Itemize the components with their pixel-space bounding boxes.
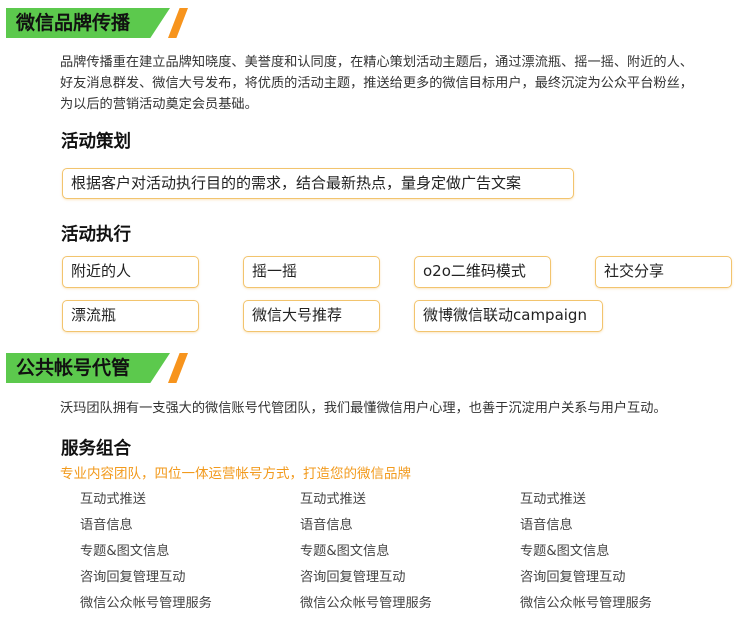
services-heading: 服务组合	[61, 439, 131, 459]
section-banner-account: 公共帐号代管	[6, 353, 188, 383]
section-title: 公共帐号代管	[16, 357, 131, 379]
service-item: 咨询回复管理互动	[300, 570, 406, 585]
planning-heading: 活动策划	[61, 132, 131, 152]
section-title: 微信品牌传播	[16, 12, 131, 34]
service-item: 专题&图文信息	[80, 544, 170, 559]
execution-item[interactable]: 漂流瓶	[62, 300, 199, 332]
banner-orange-stripe	[168, 8, 188, 38]
service-item: 微信公众帐号管理服务	[520, 596, 652, 611]
execution-item[interactable]: 微博微信联动campaign	[414, 300, 603, 332]
service-item: 专题&图文信息	[520, 544, 610, 559]
execution-item[interactable]: 社交分享	[595, 256, 732, 288]
execution-item[interactable]: o2o二维码模式	[414, 256, 551, 288]
brand-intro: 品牌传播重在建立品牌知晓度、美誉度和认同度，在精心策划活动主题后，通过漂流瓶、摇…	[60, 52, 732, 115]
intro-line: 品牌传播重在建立品牌知晓度、美誉度和认同度，在精心策划活动主题后，通过漂流瓶、摇…	[60, 55, 693, 70]
service-item: 互动式推送	[520, 492, 586, 507]
service-item: 专题&图文信息	[300, 544, 390, 559]
service-item: 语音信息	[300, 518, 353, 533]
execution-item[interactable]: 微信大号推荐	[243, 300, 380, 332]
service-item: 互动式推送	[80, 492, 146, 507]
intro-line: 好友消息群发、微信大号发布，将优质的活动主题，推送给更多的微信目标用户，最终沉淀…	[60, 76, 693, 91]
planning-box: 根据客户对活动执行目的的需求，结合最新热点，量身定做广告文案	[62, 168, 574, 199]
intro-line: 为以后的营销活动奠定会员基础。	[60, 97, 258, 112]
account-intro: 沃玛团队拥有一支强大的微信账号代管团队，我们最懂微信用户心理，也善于沉淀用户关系…	[60, 401, 667, 416]
services-subtitle: 专业内容团队，四位一体运营帐号方式，打造您的微信品牌	[60, 466, 411, 482]
service-item: 互动式推送	[300, 492, 366, 507]
service-item: 语音信息	[80, 518, 133, 533]
service-item: 咨询回复管理互动	[80, 570, 186, 585]
banner-orange-stripe	[168, 353, 188, 383]
execution-heading: 活动执行	[61, 225, 131, 245]
service-item: 咨询回复管理互动	[520, 570, 626, 585]
execution-item[interactable]: 附近的人	[62, 256, 199, 288]
execution-item[interactable]: 摇一摇	[243, 256, 380, 288]
service-item: 微信公众帐号管理服务	[300, 596, 432, 611]
section-banner-brand: 微信品牌传播	[6, 8, 188, 38]
service-item: 语音信息	[520, 518, 573, 533]
service-item: 微信公众帐号管理服务	[80, 596, 212, 611]
